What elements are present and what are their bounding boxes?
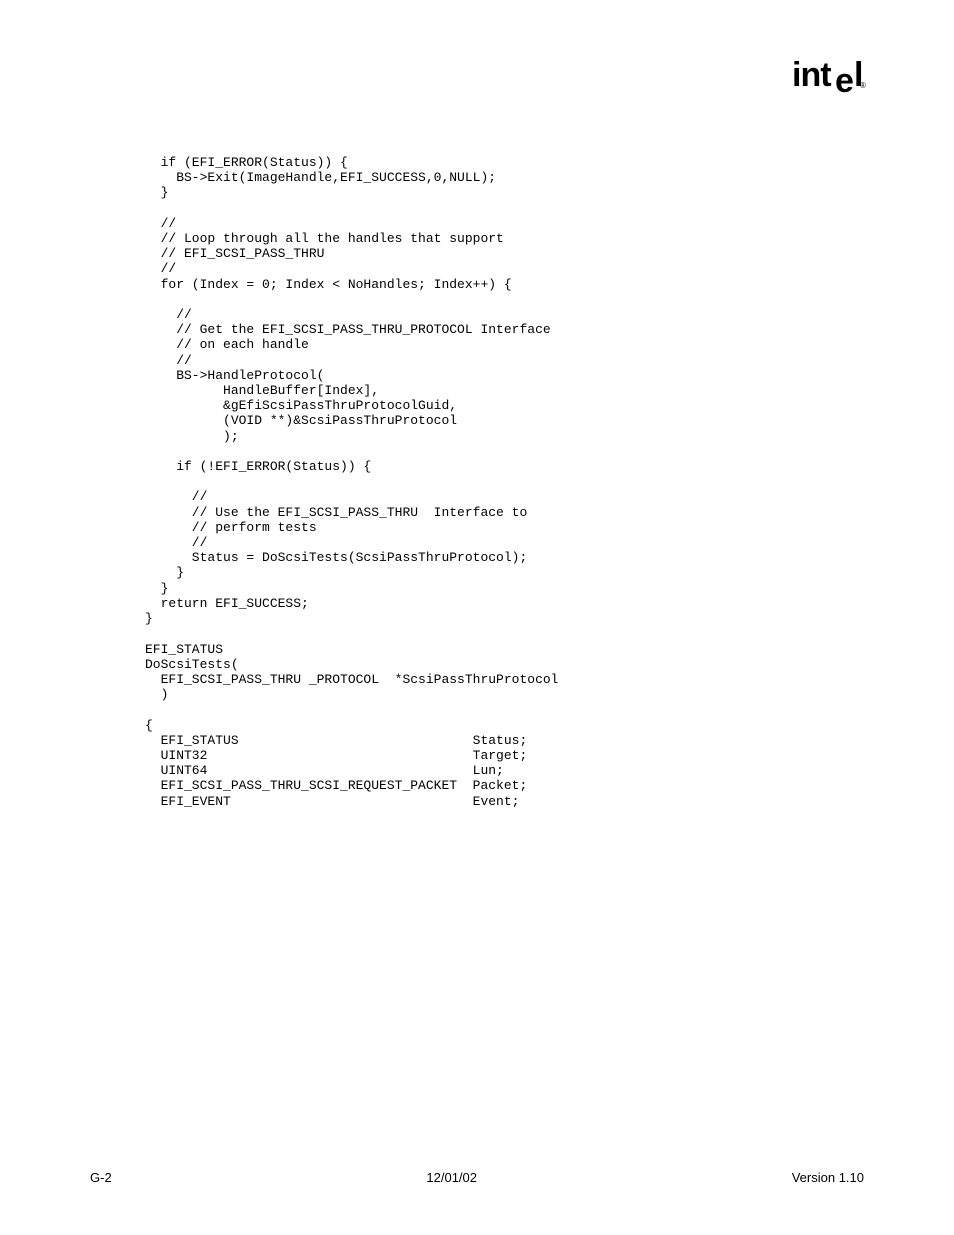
svg-text:e: e <box>835 62 854 98</box>
code-block: if (EFI_ERROR(Status)) { BS->Exit(ImageH… <box>145 155 558 809</box>
footer-left: G-2 <box>90 1170 112 1185</box>
svg-text:int: int <box>792 58 831 94</box>
intel-logo: int e l ® <box>792 58 866 98</box>
page: int e l ® if (EFI_ERROR(Status)) { BS->E… <box>0 0 954 1235</box>
footer-right: Version 1.10 <box>792 1170 864 1185</box>
svg-text:®: ® <box>860 81 866 90</box>
footer-center: 12/01/02 <box>426 1170 477 1185</box>
footer: G-2 12/01/02 Version 1.10 <box>90 1170 864 1185</box>
